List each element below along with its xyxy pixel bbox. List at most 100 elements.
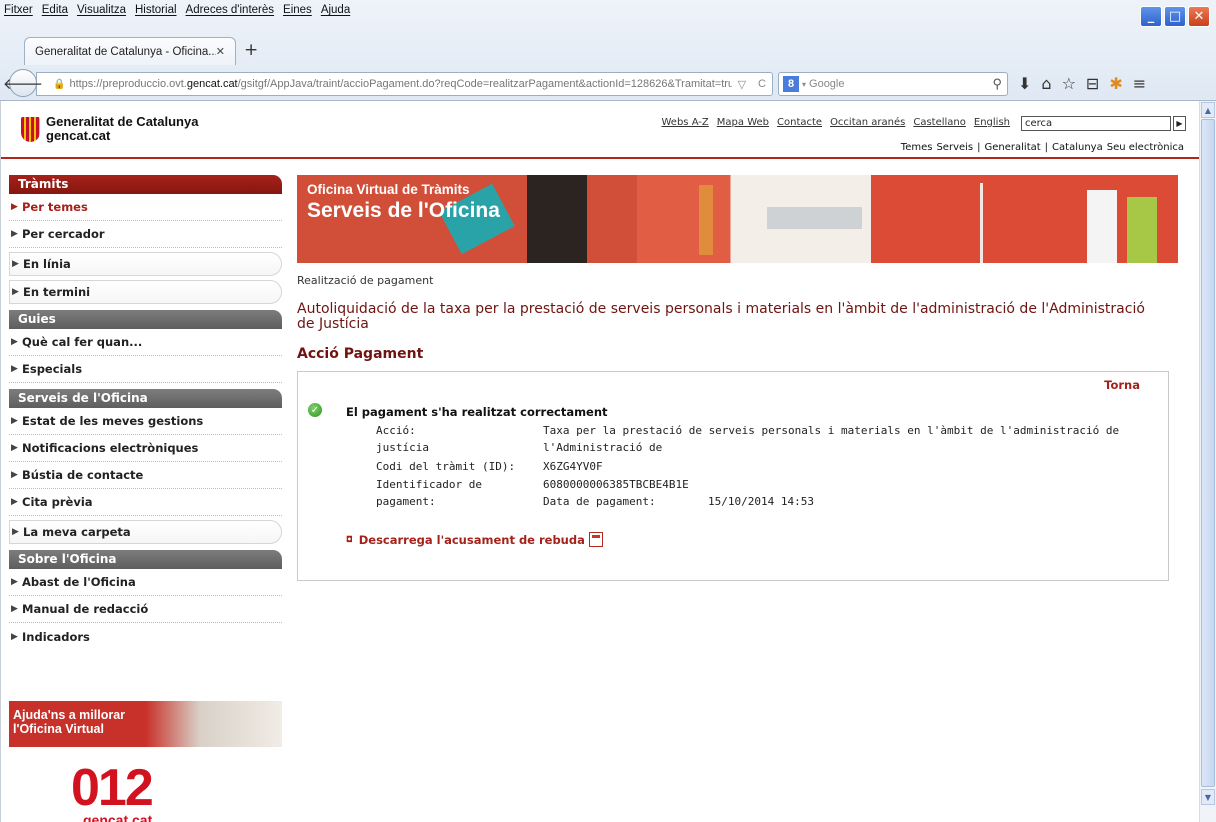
vertical-scrollbar[interactable]: ▲ ▼ (1199, 101, 1216, 822)
bookmark-star-icon[interactable]: ☆ (1062, 74, 1076, 93)
new-tab-button[interactable]: + (244, 40, 258, 60)
tab-title: Generalitat de Catalunya - Oficina... (35, 45, 216, 58)
link-contacte[interactable]: Contacte (777, 117, 822, 128)
sidebar-item-que-cal-fer[interactable]: ▶ Què cal fer quan... (9, 329, 282, 356)
search-icon[interactable]: ⚲ (992, 76, 1007, 92)
section-links: Temes Serveis | Generalitat | Catalunya … (901, 142, 1184, 153)
tab-active[interactable]: Generalitat de Catalunya - Oficina... ✕ (24, 37, 236, 65)
sidebar-item-label: En termini (23, 285, 91, 299)
link-occitan[interactable]: Occitan aranés (830, 117, 905, 128)
menu-eines[interactable]: Eines (283, 4, 312, 22)
menu-edita[interactable]: Edita (42, 4, 68, 22)
scroll-up-arrow-icon[interactable]: ▲ (1201, 102, 1215, 118)
reading-list-icon[interactable]: ⊟ (1086, 74, 1099, 93)
menu-hamburger-icon[interactable]: ≡ (1133, 74, 1146, 93)
triangle-right-icon: ▶ (11, 337, 18, 347)
url-bar[interactable]: 🔒 https://preproduccio.ovt. gencat.cat /… (36, 72, 773, 96)
close-window-button[interactable]: ✕ (1188, 6, 1210, 27)
sidebar-item-meva-carpeta[interactable]: ▶ La meva carpeta (9, 520, 282, 544)
link-webs-az[interactable]: Webs A-Z (662, 117, 709, 128)
menu-fitxer[interactable]: Fitxer (4, 4, 33, 22)
sidebar-item-label: Manual de redacció (22, 602, 149, 616)
link-seu-electronica[interactable]: Seu electrònica (1107, 142, 1184, 153)
sidebar-item-en-termini[interactable]: ▶ En termini (9, 280, 282, 304)
search-dropdown-icon[interactable]: ▾ (802, 80, 806, 89)
minimize-button[interactable]: _ (1140, 6, 1162, 27)
sidebar-head-sobre: Sobre l'Oficina (9, 550, 282, 569)
sidebar-item-indicadors[interactable]: ▶ Indicadors (9, 623, 282, 650)
sidebar-item-label: Abast de l'Oficina (22, 575, 136, 589)
download-receipt-link[interactable]: ◘ Descarrega l'acusament de rebuda (346, 532, 603, 547)
value-data-pagament: 15/10/2014 14:53 (708, 495, 814, 508)
menu-visualitza[interactable]: Visualitza (77, 4, 126, 22)
sidebar-item-notificacions[interactable]: ▶ Notificacions electròniques (9, 435, 282, 462)
link-serveis[interactable]: Serveis (936, 142, 973, 153)
download-icon[interactable]: ⬇ (1018, 74, 1031, 93)
gencat-logo[interactable]: Generalitat de Catalunya gencat.cat (21, 115, 198, 143)
url-path: /gsitgf/AppJava/traint/accioPagament.do?… (237, 78, 732, 90)
sidebar-item-label: En línia (23, 257, 71, 271)
menu-historial[interactable]: Historial (135, 4, 177, 22)
toolbar-icons: ⬇ ⌂ ☆ ⊟ ✱ ≡ (1018, 74, 1146, 93)
triangle-right-icon: ▶ (11, 229, 18, 239)
sidebar-item-label: Per cercador (22, 227, 105, 241)
site-search-input[interactable]: cerca (1021, 116, 1171, 131)
link-catalunya[interactable]: Catalunya (1052, 142, 1103, 153)
maximize-button[interactable]: □ (1164, 6, 1186, 27)
logo-012-sub: gencat.cat (83, 812, 153, 822)
sidebar-item-per-temes[interactable]: ▶ Per temes (9, 194, 282, 221)
label-identificador-2: pagament: (376, 495, 436, 508)
site-search-button[interactable]: ▶ (1173, 116, 1186, 131)
menu-ajuda[interactable]: Ajuda (321, 4, 350, 22)
sidebar-item-manual-redaccio[interactable]: ▶ Manual de redacció (9, 596, 282, 623)
sidebar-head-serveis: Serveis de l'Oficina (9, 389, 282, 408)
value-accio-line-1: Taxa per la prestació de serveis persona… (543, 424, 1120, 454)
top-links: Webs A-Z Mapa Web Contacte Occitan arané… (662, 117, 1011, 128)
tab-strip: Generalitat de Catalunya - Oficina... ✕ … (0, 30, 1216, 65)
pdf-icon (588, 532, 603, 547)
value-accio-line-2: justícia (376, 441, 429, 454)
scroll-down-arrow-icon[interactable]: ▼ (1201, 789, 1215, 805)
search-placeholder: Google (809, 78, 845, 90)
download-receipt-label: Descarrega l'acusament de rebuda (358, 532, 585, 547)
label-accio: Acció: (376, 424, 416, 437)
back-link[interactable]: Torna (1104, 378, 1140, 392)
menu-adreces[interactable]: Adreces d'interès (186, 4, 275, 22)
home-icon[interactable]: ⌂ (1041, 74, 1051, 93)
logo-012[interactable]: 012 gencat.cat (71, 762, 154, 822)
reload-icon[interactable]: C (752, 78, 772, 90)
triangle-right-icon: ▶ (12, 527, 19, 537)
link-temes[interactable]: Temes (901, 142, 933, 153)
tab-close-icon[interactable]: ✕ (216, 45, 225, 58)
sidebar-item-estat-gestions[interactable]: ▶ Estat de les meves gestions (9, 408, 282, 435)
banner-lamp-image (980, 183, 983, 263)
separator: | (1044, 142, 1049, 153)
sidebar-item-bustia[interactable]: ▶ Bústia de contacte (9, 462, 282, 489)
dropdown-arrow-icon[interactable]: ▽ (732, 78, 752, 91)
sidebar-item-label: Què cal fer quan... (22, 335, 143, 349)
browser-search-bar[interactable]: 8 ▾ Google ⚲ (778, 72, 1008, 96)
link-mapa-web[interactable]: Mapa Web (717, 117, 769, 128)
feedback-banner[interactable]: Ajuda'ns a millorar l'Oficina Virtual (9, 701, 282, 747)
back-button[interactable]: 🡐 (3, 69, 43, 97)
sidebar-item-label: Indicadors (22, 629, 90, 644)
link-english[interactable]: English (974, 117, 1010, 128)
title-bar: Fitxer Edita Visualitza Historial Adrece… (0, 0, 1216, 30)
window-controls: _ □ ✕ (1140, 6, 1210, 27)
scroll-thumb[interactable] (1201, 119, 1215, 787)
sidebar-item-per-cercador[interactable]: ▶ Per cercador (9, 221, 282, 248)
link-castellano[interactable]: Castellano (913, 117, 966, 128)
url-prefix: https://preproduccio.ovt. (69, 78, 187, 90)
sidebar-item-en-linia[interactable]: ▶ En línia (9, 252, 282, 276)
breadcrumb: Realització de pagament (297, 274, 434, 287)
sidebar-item-especials[interactable]: ▶ Especials (9, 356, 282, 383)
sidebar: Tràmits ▶ Per temes ▶ Per cercador ▶ En lín… (9, 175, 282, 650)
sidebar-item-abast[interactable]: ▶ Abast de l'Oficina (9, 569, 282, 596)
feedback-line-2: l'Oficina Virtual (13, 722, 104, 736)
bullet-icon: ◘ (346, 535, 353, 544)
label-data-pagament: Data de pagament: (543, 495, 656, 508)
sidebar-item-cita-previa[interactable]: ▶ Cita prèvia (9, 489, 282, 516)
addon-icon[interactable]: ✱ (1109, 74, 1122, 93)
link-generalitat[interactable]: Generalitat (985, 142, 1041, 153)
triangle-right-icon: ▶ (11, 470, 18, 480)
